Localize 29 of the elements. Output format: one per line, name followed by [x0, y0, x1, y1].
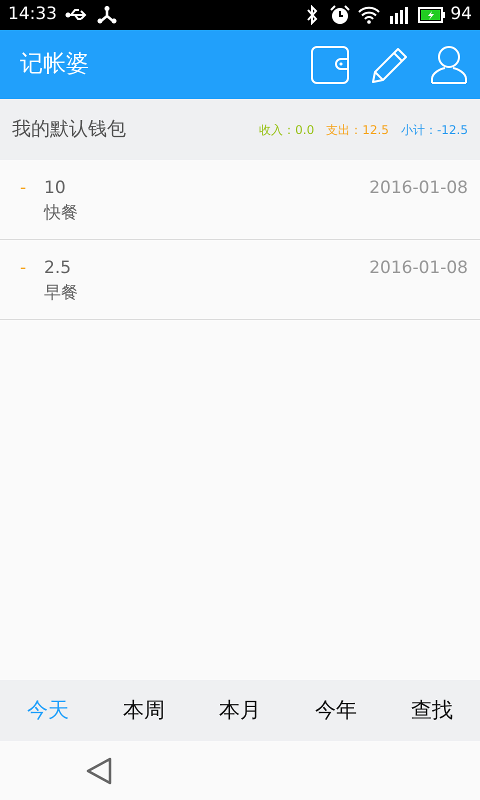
- usb-icon: [65, 8, 89, 22]
- user-icon[interactable]: [430, 44, 468, 84]
- summary-figure: 收入：0.0: [259, 122, 314, 138]
- sign-mark: -: [20, 177, 28, 200]
- wifi-icon: [358, 6, 380, 24]
- period-tab[interactable]: 本周: [96, 680, 192, 741]
- period-tab[interactable]: 本月: [192, 680, 288, 741]
- entry-date: 2016-01-08: [369, 257, 468, 280]
- amount: 2.5: [44, 257, 72, 280]
- bluetooth-icon: [306, 5, 318, 25]
- period-tab[interactable]: 今年: [288, 680, 384, 741]
- period-tab[interactable]: 查找: [384, 680, 480, 741]
- amount: 10: [44, 177, 67, 200]
- back-icon[interactable]: [86, 756, 112, 784]
- share-icon: [97, 6, 117, 24]
- entry-note: 早餐: [44, 282, 79, 305]
- entry-note: 快餐: [44, 202, 79, 225]
- signal-icon: [388, 6, 410, 24]
- status-time: 14:33: [8, 3, 57, 26]
- battery-level: 94: [450, 3, 472, 26]
- alarm-icon: [330, 5, 350, 25]
- sign-mark: -: [20, 257, 28, 280]
- battery-icon: [418, 7, 446, 23]
- entry-date: 2016-01-08: [369, 177, 468, 200]
- app-title: 记帐婆: [20, 50, 90, 80]
- summary-figure: 支出：12.5: [326, 122, 389, 138]
- summary-figure: 小计：-12.5: [400, 122, 468, 138]
- wallet-name: 我的默认钱包: [12, 117, 127, 142]
- wallet-icon[interactable]: [310, 44, 350, 84]
